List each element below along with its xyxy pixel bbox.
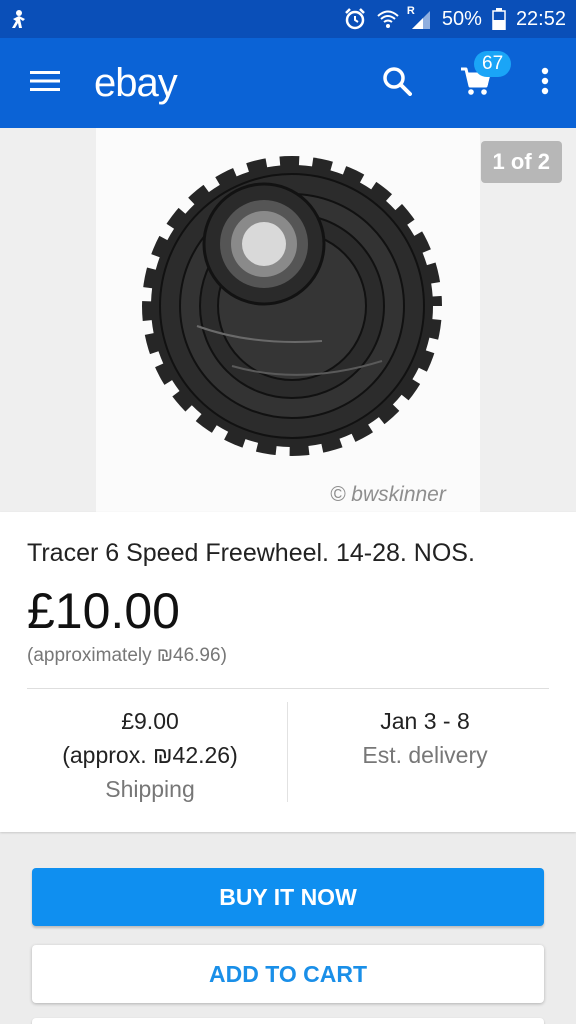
buy-it-now-button[interactable]: BUY IT NOW [32, 868, 544, 926]
ebay-logo[interactable]: ebay [94, 61, 178, 106]
item-image-gallery[interactable]: 1 of 2 © bwskinner [0, 128, 576, 512]
status-bar: R 50% 22:52 [0, 0, 576, 38]
next-button-partial[interactable] [32, 1018, 544, 1024]
more-vert-icon [541, 67, 549, 100]
menu-icon [30, 69, 60, 98]
shipping-label: Shipping [105, 776, 195, 802]
battery-percent: 50% [441, 7, 482, 30]
signal-icon: R [407, 5, 432, 29]
delivery-info: Jan 3 - 8 Est. delivery [295, 704, 555, 772]
shipping-cost: £9.00 [121, 708, 179, 734]
wifi-icon [376, 9, 400, 29]
notification-icon [10, 8, 28, 30]
app-bar: ebay 67 [0, 38, 576, 128]
cart-button[interactable]: 67 [436, 38, 514, 128]
item-title: Tracer 6 Speed Freewheel. 14-28. NOS. [27, 539, 475, 567]
photo-watermark: © bwskinner [330, 483, 446, 506]
add-to-cart-button[interactable]: ADD TO CART [32, 945, 544, 1003]
alarm-icon [344, 8, 366, 30]
roaming-indicator: R [406, 5, 415, 17]
freewheel-image [133, 147, 451, 465]
listing-info-card: Tracer 6 Speed Freewheel. 14-28. NOS. £1… [0, 512, 576, 832]
delivery-label: Est. delivery [362, 742, 488, 768]
vertical-divider [287, 702, 288, 802]
image-counter-badge: 1 of 2 [480, 141, 562, 183]
search-button[interactable] [358, 38, 436, 128]
item-price: £10.00 [27, 583, 180, 639]
approx-price: (approximately ₪46.96) [27, 645, 227, 666]
divider [27, 688, 549, 689]
more-options-button[interactable] [514, 38, 576, 128]
search-icon [382, 66, 412, 101]
item-photo[interactable] [96, 128, 480, 512]
battery-icon [492, 8, 506, 30]
delivery-dates: Jan 3 - 8 [380, 708, 470, 734]
cart-count-badge: 67 [474, 51, 512, 77]
clock: 22:52 [515, 7, 566, 30]
shipping-approx: (approx. ₪42.26) [62, 742, 238, 768]
shipping-info: £9.00 (approx. ₪42.26) Shipping [20, 704, 280, 806]
menu-button[interactable] [0, 38, 90, 128]
